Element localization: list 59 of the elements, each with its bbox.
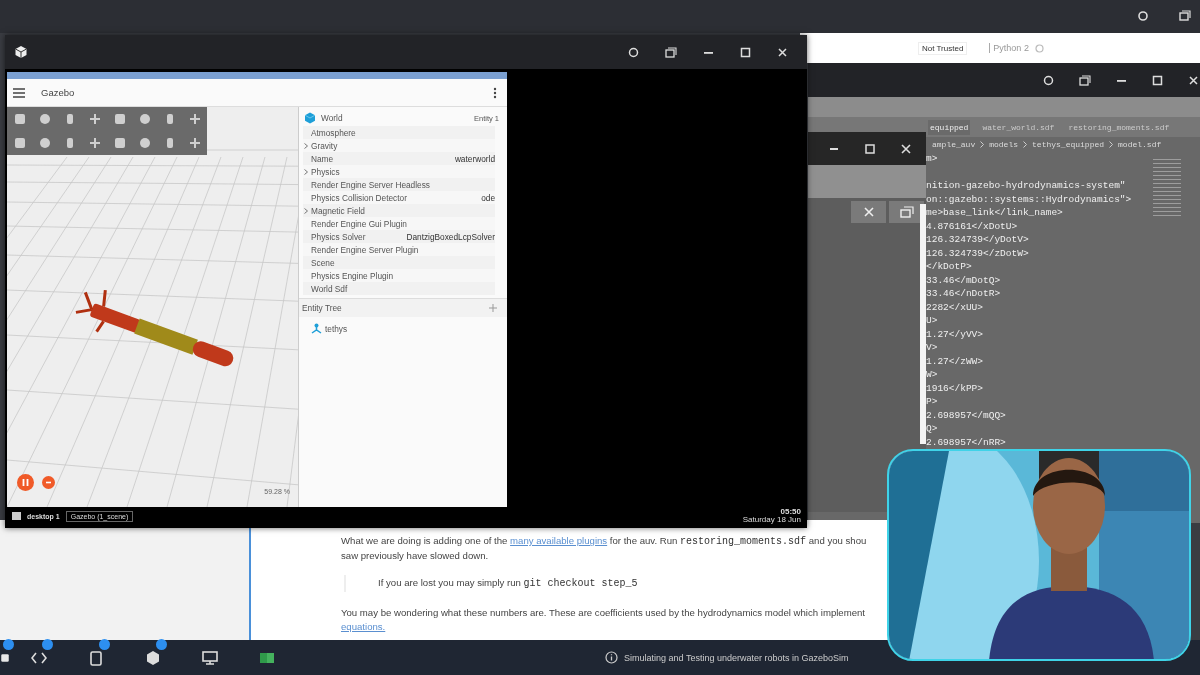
app-title: Gazebo bbox=[41, 87, 75, 98]
code-line: </kDotP> bbox=[926, 261, 972, 272]
code-line: m> bbox=[926, 153, 938, 164]
paragraph: You may be wondering what these numbers are. These are coefficients used by the hydrodynamics model which implement bbox=[341, 606, 867, 620]
code-line: W> bbox=[926, 369, 938, 380]
property-label: Name bbox=[311, 153, 334, 164]
breadcrumb-item[interactable]: ample_auv bbox=[932, 140, 976, 149]
quote-text: If you are lost you may simply run git checkout step_5 bbox=[378, 577, 638, 588]
code-line: 33.46</mDotQ> bbox=[926, 274, 1001, 286]
property-label: Gravity bbox=[311, 140, 338, 151]
property-value: ode bbox=[481, 192, 495, 203]
clock-time: 05:50 bbox=[780, 507, 801, 516]
property-label: Render Engine Server Headless bbox=[311, 179, 430, 190]
property-label: Physics bbox=[311, 166, 340, 177]
inspector-title: World bbox=[321, 113, 344, 123]
paragraph: saw previously have slowed down. bbox=[341, 549, 490, 563]
breadcrumb-item[interactable]: tethys_equipped bbox=[1032, 140, 1105, 149]
property-value: DantzigBoxedLcpSolver bbox=[406, 231, 495, 242]
editor-tab[interactable]: water_world.sdf bbox=[980, 119, 1057, 135]
panel-title: Entity Tree bbox=[302, 303, 342, 313]
property-label: Atmosphere bbox=[311, 127, 356, 138]
code-line: nition-gazebo-hydrodynamics-system" bbox=[926, 180, 1126, 191]
editor-tab[interactable]: restoring_moments.sdf bbox=[1066, 119, 1172, 135]
video-title: Simulating and Testing underwater robots in GazeboSim bbox=[624, 652, 849, 663]
code-line: 1.27</yVV> bbox=[926, 328, 983, 340]
property-row[interactable]: Magnetic Field bbox=[303, 204, 495, 217]
code-line: 2.698957</mQQ> bbox=[926, 409, 1006, 421]
code-line: P> bbox=[926, 396, 938, 407]
code-line: Q> bbox=[926, 423, 938, 434]
kernel-name: Python 2 bbox=[989, 43, 1029, 53]
breadcrumb-item[interactable]: model.sdf bbox=[1118, 140, 1162, 149]
trust-indicator[interactable]: Not Trusted bbox=[918, 41, 968, 55]
plugins-link[interactable]: many available plugins bbox=[510, 535, 608, 546]
property-label: Render Engine Gui Plugin bbox=[311, 218, 407, 229]
equations-link[interactable]: equations. bbox=[341, 620, 386, 634]
property-label: Physics Collision Detector bbox=[311, 192, 407, 203]
property-label: Physics Solver bbox=[311, 231, 366, 242]
code-line: 4.876161</xDotU> bbox=[926, 220, 1018, 232]
property-label: Render Engine Server Plugin bbox=[311, 244, 419, 255]
property-label: Magnetic Field bbox=[311, 205, 365, 216]
breadcrumb-item[interactable]: models bbox=[989, 140, 1019, 149]
code-line: on::gazebo::systems::Hydrodynamics"> bbox=[926, 193, 1132, 205]
clock-date: Saturday 18 Jun bbox=[742, 516, 801, 525]
code-line: 1916</kPP> bbox=[926, 382, 983, 394]
property-label: Physics Engine Plugin bbox=[311, 270, 394, 281]
editor-tab[interactable]: equipped bbox=[928, 119, 971, 135]
property-label: World Sdf bbox=[311, 283, 348, 294]
property-value: waterworld bbox=[454, 153, 495, 164]
code-line: U> bbox=[926, 315, 938, 326]
code-line: 33.46</nDotR> bbox=[926, 288, 1001, 299]
code-line: 126.324739</yDotV> bbox=[926, 234, 1029, 245]
tree-item[interactable]: tethys bbox=[325, 323, 348, 334]
code-line: 2.698957</nRR> bbox=[926, 436, 1006, 448]
code-line: V> bbox=[926, 342, 938, 353]
code-line: me>base_link</link_name> bbox=[926, 207, 1063, 218]
code-line: 1.27</zWW> bbox=[926, 355, 983, 367]
code-line: 2282</xUU> bbox=[926, 301, 983, 313]
property-label: Scene bbox=[311, 257, 335, 268]
code-line: 126.324739</zDotW> bbox=[926, 247, 1029, 259]
